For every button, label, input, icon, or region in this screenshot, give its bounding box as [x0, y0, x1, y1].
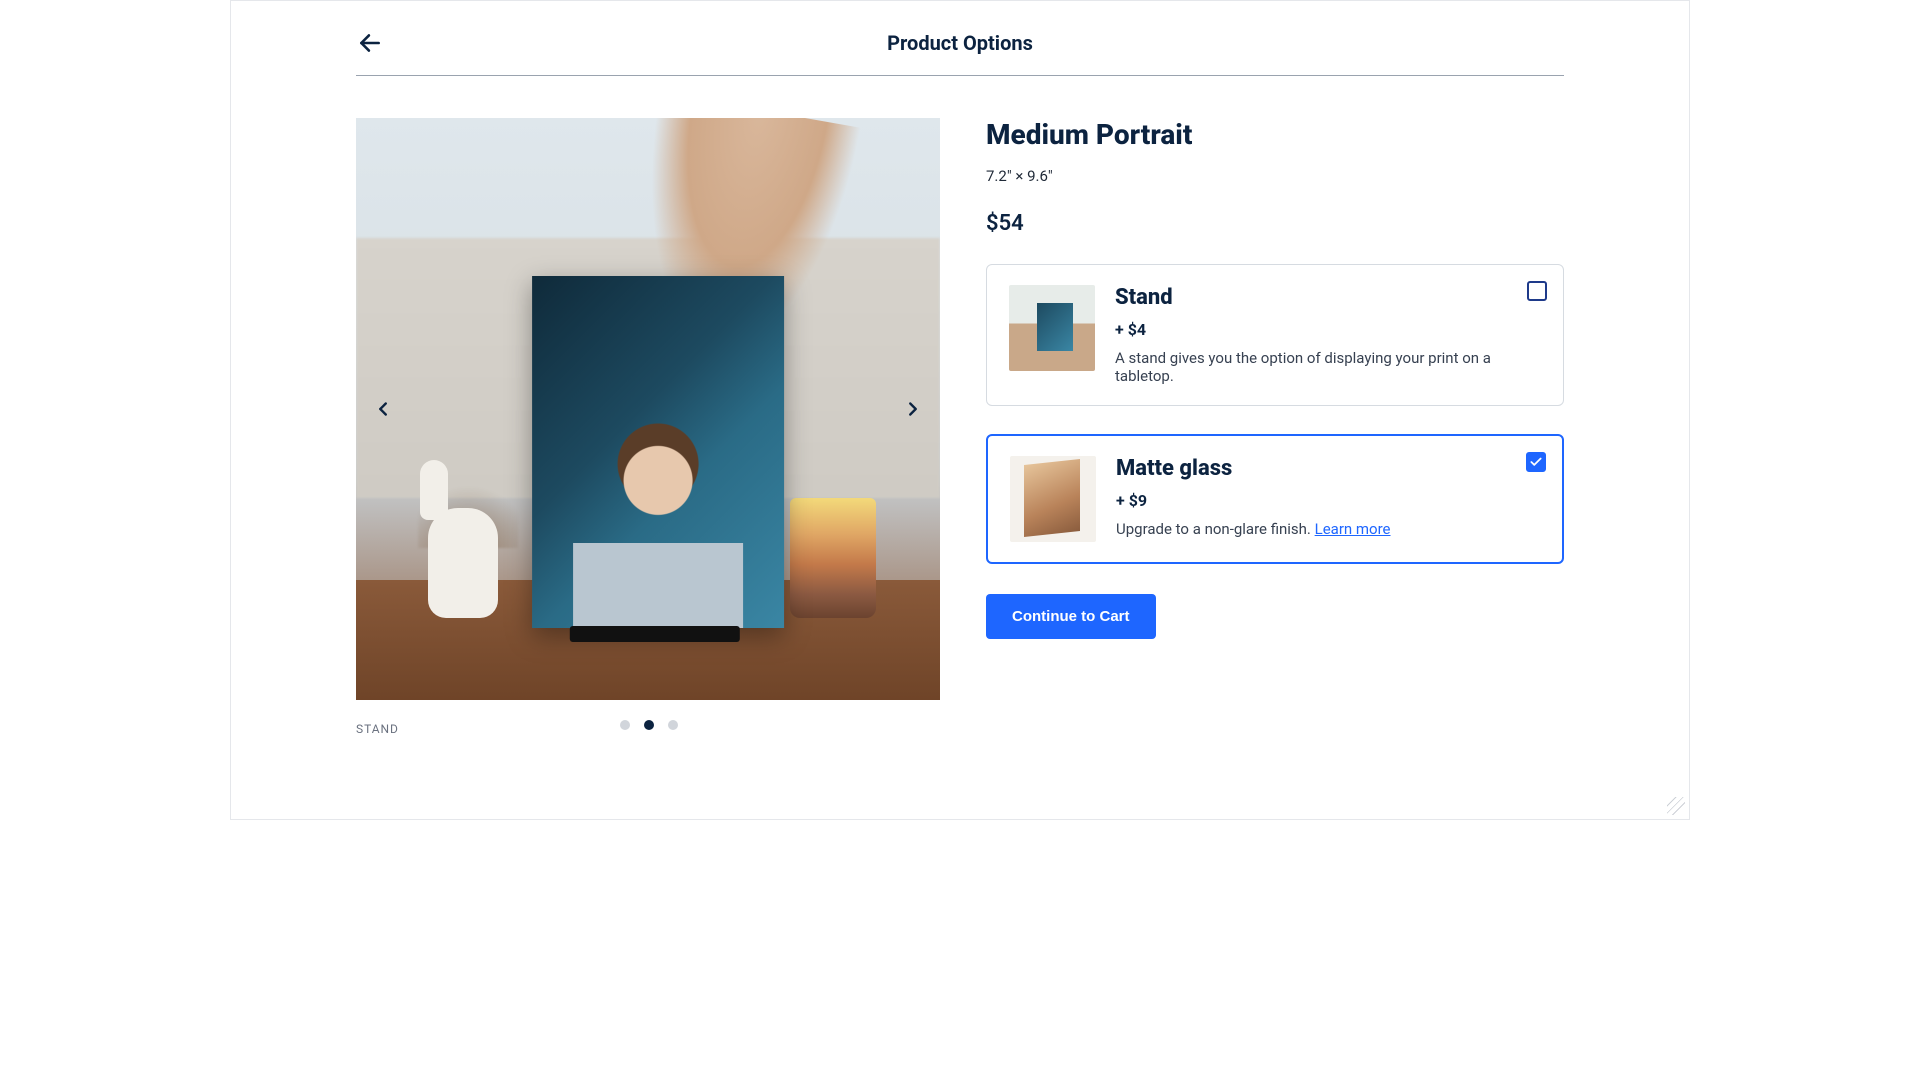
gallery-dots	[620, 720, 678, 730]
option-title: Stand	[1115, 285, 1541, 310]
option-description-text: Upgrade to a non-glare finish.	[1116, 520, 1315, 538]
option-description: Upgrade to a non-glare finish. Learn mor…	[1116, 520, 1540, 538]
option-title: Matte glass	[1116, 456, 1540, 481]
product-dimensions: 7.2" × 9.6"	[986, 167, 1564, 185]
option-card-matte[interactable]: Matte glass + $9 Upgrade to a non-glare …	[986, 434, 1564, 564]
gallery-caption: STAND	[356, 722, 399, 736]
app-frame: Product Options	[230, 0, 1690, 820]
option-description: A stand gives you the option of displayi…	[1115, 349, 1541, 385]
option-price: + $4	[1115, 320, 1541, 339]
back-button[interactable]	[356, 29, 384, 57]
gallery-next-button[interactable]	[896, 392, 930, 426]
option-thumb-stand	[1009, 285, 1095, 371]
arrow-left-icon	[357, 30, 383, 56]
option-body-stand: Stand + $4 A stand gives you the option …	[1115, 285, 1541, 385]
gallery-dot-1[interactable]	[620, 720, 630, 730]
gallery-dot-2[interactable]	[644, 720, 654, 730]
gallery: STAND	[356, 118, 940, 738]
content: STAND Medium Portrait 7.2" × 9.6" $54	[356, 118, 1564, 738]
gallery-dot-3[interactable]	[668, 720, 678, 730]
page-title: Product Options	[887, 31, 1033, 55]
option-checkbox-matte[interactable]	[1526, 452, 1546, 472]
scene-vase	[398, 448, 518, 618]
scene-candle	[790, 498, 876, 618]
gallery-viewport	[356, 118, 940, 700]
chevron-right-icon	[902, 398, 924, 420]
learn-more-link[interactable]: Learn more	[1315, 520, 1391, 538]
continue-to-cart-button[interactable]: Continue to Cart	[986, 594, 1156, 639]
details: Medium Portrait 7.2" × 9.6" $54 Stand + …	[986, 118, 1564, 738]
scene-llama-vase	[428, 508, 498, 618]
scene-print	[532, 276, 784, 628]
scene-stand-bar	[570, 626, 740, 642]
chevron-left-icon	[372, 398, 394, 420]
resize-grip-icon	[1667, 797, 1685, 815]
check-icon	[1529, 455, 1543, 469]
option-price: + $9	[1116, 491, 1540, 510]
product-name: Medium Portrait	[986, 118, 1564, 151]
option-checkbox-stand[interactable]	[1527, 281, 1547, 301]
scene-portrait	[573, 423, 743, 628]
option-body-matte: Matte glass + $9 Upgrade to a non-glare …	[1116, 456, 1540, 542]
header: Product Options	[356, 1, 1564, 76]
option-thumb-matte	[1010, 456, 1096, 542]
option-card-stand[interactable]: Stand + $4 A stand gives you the option …	[986, 264, 1564, 406]
gallery-footer: STAND	[356, 720, 940, 738]
product-price: $54	[986, 211, 1564, 236]
gallery-prev-button[interactable]	[366, 392, 400, 426]
